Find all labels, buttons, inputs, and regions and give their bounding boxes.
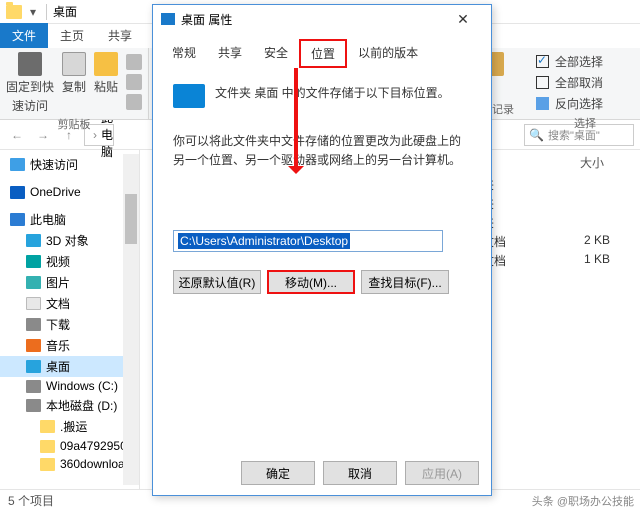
- item-count: 5 个项目: [8, 492, 54, 509]
- col-size[interactable]: 大小: [550, 152, 610, 173]
- group-label: 剪贴板: [58, 114, 91, 132]
- tree-music[interactable]: 音乐: [0, 335, 139, 356]
- check-icon: [536, 55, 549, 68]
- cloud-icon: [10, 186, 25, 199]
- tree-desktop[interactable]: 桌面: [0, 356, 139, 377]
- properties-dialog: 桌面 属性 ✕ 常规 共享 安全 位置 以前的版本 文件夹 桌面 中的文件存储于…: [152, 4, 492, 496]
- tab-share[interactable]: 共享: [96, 23, 144, 48]
- tab-general[interactable]: 常规: [161, 39, 207, 68]
- star-icon: [10, 158, 25, 171]
- apply-button[interactable]: 应用(A): [405, 461, 479, 485]
- select-all-button[interactable]: 全部选择: [536, 52, 634, 71]
- tab-security[interactable]: 安全: [253, 39, 299, 68]
- tree-onedrive[interactable]: OneDrive: [0, 183, 139, 201]
- forward-button[interactable]: →: [32, 124, 54, 146]
- picture-icon: [26, 276, 41, 289]
- group-clipboard: 固定到快 速访问 复制 粘贴 剪贴板: [0, 48, 149, 119]
- tree-videos[interactable]: 视频: [0, 251, 139, 272]
- copy-path-icon[interactable]: [126, 74, 142, 90]
- paste-icon: [94, 52, 118, 76]
- drive-icon: [26, 380, 41, 393]
- cancel-button[interactable]: 取消: [323, 461, 397, 485]
- tab-home[interactable]: 主页: [48, 23, 96, 48]
- dialog-title: 桌面 属性: [181, 11, 232, 28]
- tab-location[interactable]: 位置: [299, 39, 347, 68]
- drive-icon: [26, 399, 41, 412]
- desktop-icon: [161, 13, 175, 25]
- tree-ddrive[interactable]: 本地磁盘 (D:): [0, 395, 139, 416]
- close-button[interactable]: ✕: [443, 11, 483, 28]
- folder-icon: [40, 420, 55, 433]
- tree-folder[interactable]: .搬运: [0, 416, 139, 437]
- search-icon: 🔍: [529, 128, 544, 142]
- tree-thispc[interactable]: 此电脑: [0, 209, 139, 230]
- dialog-tabs: 常规 共享 安全 位置 以前的版本: [153, 33, 491, 68]
- restore-default-button[interactable]: 还原默认值(R): [173, 270, 261, 294]
- qat-save-icon[interactable]: ▾: [26, 5, 40, 19]
- desktop-large-icon: [173, 84, 205, 108]
- info-text-2: 你可以将此文件夹中文件存储的位置更改为此硬盘上的另一个位置、另一个驱动器或网络上…: [173, 132, 471, 170]
- tree-folder[interactable]: 09a4792950a3: [0, 437, 139, 455]
- scroll-thumb[interactable]: [125, 194, 137, 244]
- tab-share[interactable]: 共享: [207, 39, 253, 68]
- ok-button[interactable]: 确定: [241, 461, 315, 485]
- folder-icon: [6, 5, 22, 19]
- download-icon: [26, 318, 41, 331]
- document-icon: [26, 297, 41, 310]
- tree-folder[interactable]: 360downloads: [0, 455, 139, 473]
- dialog-body: 文件夹 桌面 中的文件存储于以下目标位置。 你可以将此文件夹中文件存储的位置更改…: [153, 68, 491, 310]
- pc-icon: [10, 213, 25, 226]
- video-icon: [26, 255, 41, 268]
- find-target-button[interactable]: 查找目标(F)...: [361, 270, 449, 294]
- invert-select-button[interactable]: 反向选择: [536, 94, 634, 113]
- paste-button[interactable]: 粘贴: [94, 52, 118, 95]
- watermark: 头条 @职场办公技能: [532, 493, 634, 509]
- tree-quick-access[interactable]: 快速访问: [0, 154, 139, 175]
- uncheck-icon: [536, 76, 549, 89]
- tab-previous[interactable]: 以前的版本: [347, 39, 429, 68]
- dialog-footer: 确定 取消 应用(A): [153, 461, 491, 485]
- folder-icon: [40, 440, 55, 453]
- back-button[interactable]: ←: [6, 124, 28, 146]
- window-title: 桌面: [53, 3, 77, 20]
- nav-tree: 快速访问 OneDrive 此电脑 3D 对象 视频 图片 文档 下载 音乐 桌…: [0, 150, 140, 489]
- tree-downloads[interactable]: 下载: [0, 314, 139, 335]
- copy-button[interactable]: 复制: [62, 52, 86, 95]
- tab-file[interactable]: 文件: [0, 23, 48, 48]
- folder-icon: [40, 458, 55, 471]
- desktop-icon: [26, 360, 41, 373]
- info-text-1: 文件夹 桌面 中的文件存储于以下目标位置。: [215, 84, 450, 103]
- invert-icon: [536, 97, 549, 110]
- cut-icon[interactable]: [126, 54, 142, 70]
- music-icon: [26, 339, 41, 352]
- copy-icon: [62, 52, 86, 76]
- scrollbar[interactable]: [123, 154, 139, 485]
- group-label: 选择: [574, 113, 596, 131]
- annotation-arrow: [294, 68, 298, 172]
- tree-pictures[interactable]: 图片: [0, 272, 139, 293]
- 3d-icon: [26, 234, 41, 247]
- path-input[interactable]: C:\Users\Administrator\Desktop: [173, 230, 443, 252]
- tree-documents[interactable]: 文档: [0, 293, 139, 314]
- move-button[interactable]: 移动(M)...: [267, 270, 355, 294]
- pin-icon: [18, 52, 42, 76]
- group-select: 全部选择 全部取消 反向选择 选择: [530, 48, 640, 119]
- pin-button[interactable]: 固定到快 速访问: [6, 52, 54, 114]
- paste-shortcut-icon[interactable]: [126, 94, 142, 110]
- dialog-titlebar[interactable]: 桌面 属性 ✕: [153, 5, 491, 33]
- tree-3d[interactable]: 3D 对象: [0, 230, 139, 251]
- select-none-button[interactable]: 全部取消: [536, 73, 634, 92]
- tree-cdrive[interactable]: Windows (C:): [0, 377, 139, 395]
